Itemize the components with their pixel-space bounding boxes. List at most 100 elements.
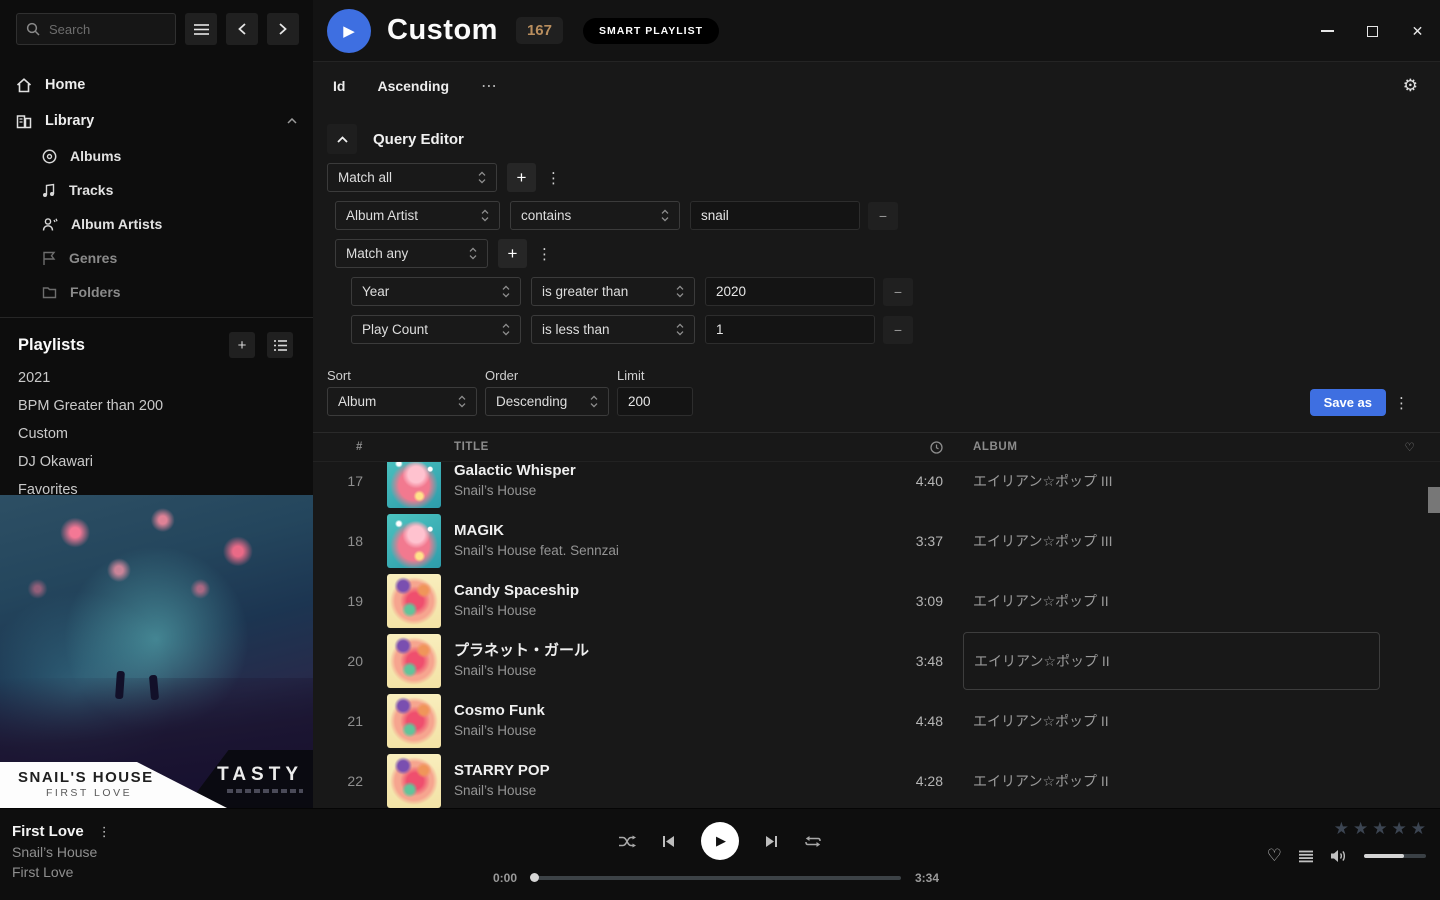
header-title[interactable]: TITLE — [454, 441, 881, 453]
more-options-button[interactable]: ⋯ — [481, 76, 497, 96]
header-favorite[interactable]: ♡ — [1380, 440, 1440, 454]
sidebar-item-folders[interactable]: Folders — [0, 275, 313, 309]
table-row[interactable]: 17 Galactic Whisper Snail’s House 4:40 エ… — [313, 462, 1440, 511]
play-button[interactable]: ▶ — [701, 822, 739, 860]
playlist-item[interactable]: BPM Greater than 200 — [0, 392, 313, 420]
track-number: 18 — [327, 533, 363, 549]
limit-input[interactable] — [617, 387, 693, 416]
order-select[interactable]: Descending — [485, 387, 609, 416]
group-options-button[interactable]: ⋮ — [546, 169, 560, 187]
sidebar-item-home[interactable]: Home — [0, 67, 313, 103]
sidebar-item-library[interactable]: Library — [0, 103, 313, 139]
volume-button[interactable] — [1330, 849, 1347, 863]
remove-rule-button[interactable]: − — [883, 278, 913, 306]
favorite-button[interactable]: ♡ — [1267, 846, 1282, 866]
seek-bar[interactable] — [531, 876, 901, 880]
kebab-icon: ⋮ — [1394, 394, 1409, 412]
add-playlist-button[interactable]: + — [229, 332, 255, 358]
match-mode-select[interactable]: Match all — [327, 163, 497, 192]
header-duration[interactable] — [881, 441, 943, 454]
rating-star[interactable]: ★ — [1372, 821, 1387, 837]
remove-rule-button[interactable]: − — [883, 316, 913, 344]
search-box[interactable] — [16, 13, 176, 45]
save-as-button[interactable]: Save as — [1310, 389, 1386, 416]
track-duration: 3:37 — [881, 533, 943, 549]
add-rule-button[interactable]: + — [498, 239, 527, 268]
rating-star[interactable]: ★ — [1392, 821, 1407, 837]
sort-direction-button[interactable]: Ascending — [377, 78, 449, 94]
track-album: エイリアン☆ポップ II — [973, 713, 1109, 729]
table-row[interactable]: 21 Cosmo Funk Snail’s House 4:48 エイリアン☆ポ… — [313, 691, 1440, 751]
track-title: Galactic Whisper — [454, 462, 881, 481]
forward-button[interactable] — [267, 13, 299, 45]
repeat-button[interactable] — [804, 835, 822, 848]
scrollbar-thumb[interactable] — [1428, 487, 1440, 513]
playlist-item[interactable]: Custom — [0, 420, 313, 448]
close-button[interactable]: ✕ — [1395, 0, 1440, 62]
track-options-button[interactable]: ⋮ — [98, 824, 111, 840]
maximize-button[interactable] — [1350, 0, 1395, 62]
seek-handle[interactable] — [530, 873, 539, 882]
minus-icon: − — [894, 284, 902, 300]
sidebar-item-genres[interactable]: Genres — [0, 241, 313, 275]
sidebar-item-album-artists[interactable]: Album Artists — [0, 207, 313, 241]
rule-field-select[interactable]: Play Count — [351, 315, 521, 344]
shuffle-button[interactable] — [618, 835, 636, 848]
table-row[interactable]: 18 MAGIK Snail’s House feat. Sennzai 3:3… — [313, 511, 1440, 571]
player-bar: First Love ⋮ Snail’s House First Love ▶ … — [0, 808, 1440, 900]
add-rule-button[interactable]: + — [507, 163, 536, 192]
remove-rule-button[interactable]: − — [868, 202, 898, 230]
group-match-mode-select[interactable]: Match any — [335, 239, 488, 268]
rule-operator-select[interactable]: contains — [510, 201, 680, 230]
header-number[interactable]: # — [327, 441, 363, 453]
settings-button[interactable]: ⚙ — [1403, 76, 1418, 96]
track-album-cell-focused[interactable]: エイリアン☆ポップ II — [963, 632, 1380, 690]
track-title: プラネット・ガール — [454, 641, 881, 661]
rating-star[interactable]: ★ — [1353, 821, 1368, 837]
sort-field-button[interactable]: Id — [333, 78, 345, 94]
plus-icon: + — [508, 244, 518, 264]
rule-operator-select[interactable]: is greater than — [531, 277, 695, 306]
search-input[interactable] — [49, 22, 166, 37]
smart-playlist-badge: SMART PLAYLIST — [583, 18, 719, 44]
collapse-query-editor-button[interactable] — [327, 124, 357, 154]
track-count-badge: 167 — [516, 17, 563, 44]
playlist-item[interactable]: 2021 — [0, 364, 313, 392]
rating-star[interactable]: ★ — [1334, 821, 1349, 837]
back-button[interactable] — [226, 13, 258, 45]
minimize-button[interactable] — [1305, 0, 1350, 62]
volume-slider[interactable] — [1364, 854, 1426, 858]
rule-value-input[interactable] — [705, 315, 875, 344]
rule-field-select[interactable]: Album Artist — [335, 201, 500, 230]
table-header: # TITLE ALBUM ♡ — [313, 432, 1440, 462]
rule-operator-select[interactable]: is less than — [531, 315, 695, 344]
query-editor: Query Editor Match all + ⋮ Album Artist … — [313, 110, 1440, 416]
track-duration: 4:28 — [881, 773, 943, 789]
track-artist: Snail’s House feat. Sennzai — [454, 541, 881, 561]
save-options-button[interactable]: ⋮ — [1394, 389, 1408, 416]
menu-button[interactable] — [185, 13, 217, 45]
playlist-list-button[interactable] — [267, 332, 293, 358]
queue-button[interactable] — [1299, 850, 1313, 863]
next-button[interactable] — [765, 835, 778, 848]
minus-icon: − — [879, 208, 887, 224]
sidebar-item-albums[interactable]: Albums — [0, 139, 313, 173]
window-controls: ✕ — [1305, 0, 1440, 62]
play-playlist-button[interactable]: ▶ — [327, 9, 371, 53]
table-row[interactable]: 19 Candy Spaceship Snail’s House 3:09 エイ… — [313, 571, 1440, 631]
table-row[interactable]: 22 STARRY POP Snail’s House 4:28 エイリアン☆ポ… — [313, 751, 1440, 808]
sidebar-item-tracks[interactable]: Tracks — [0, 173, 313, 207]
previous-button[interactable] — [662, 835, 675, 848]
header-album[interactable]: ALBUM — [973, 441, 1380, 453]
track-title: Cosmo Funk — [454, 701, 881, 721]
rating-star[interactable]: ★ — [1411, 821, 1426, 837]
sidebar-item-label: Tracks — [69, 182, 113, 198]
group-options-button[interactable]: ⋮ — [537, 245, 551, 263]
sort-select[interactable]: Album — [327, 387, 477, 416]
table-row[interactable]: 20 プラネット・ガール Snail’s House 3:48 エイリアン☆ポッ… — [313, 631, 1440, 691]
rule-value-input[interactable] — [690, 201, 860, 230]
rule-field-select[interactable]: Year — [351, 277, 521, 306]
track-artist: Snail’s House — [454, 601, 881, 621]
playlist-item[interactable]: DJ Okawari — [0, 448, 313, 476]
rule-value-input[interactable] — [705, 277, 875, 306]
